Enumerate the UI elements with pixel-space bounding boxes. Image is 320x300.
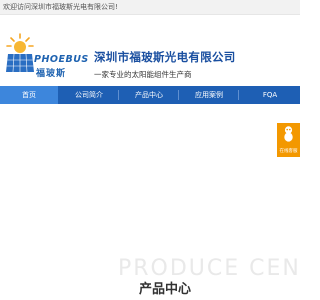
logo-text-en: PHOEBUS [34, 54, 89, 65]
logo-text-cn: 福玻斯 [36, 69, 67, 79]
online-service-label[interactable]: 在线客服 [277, 147, 300, 157]
online-service-button[interactable] [277, 123, 300, 147]
qq-penguin-icon [284, 126, 293, 142]
hero-banner [0, 104, 300, 252]
nav-separator [178, 90, 179, 100]
product-center-section: PRODUCE CENTE 产品中心 [0, 252, 300, 300]
section-title: 产品中心 [139, 282, 192, 297]
nav-item-cases[interactable]: 应用案例 [180, 86, 238, 104]
nav-separator [238, 90, 239, 100]
nav-separator [118, 90, 119, 100]
top-bar: 欢迎访问深圳市福玻斯光电有限公司! [0, 0, 300, 15]
site-header: PHOEBUS 福玻斯 深圳市福玻斯光电有限公司 一家专业的太阳能组件生产商 [0, 15, 300, 85]
nav-item-home[interactable]: 首页 [0, 86, 58, 104]
company-logo[interactable]: PHOEBUS 福玻斯 [6, 32, 88, 82]
nav-item-products[interactable]: 产品中心 [120, 86, 178, 104]
company-name: 深圳市福玻斯光电有限公司 [94, 50, 236, 64]
welcome-text: 欢迎访问深圳市福玻斯光电有限公司! [3, 3, 118, 11]
main-nav: 首页 公司简介 产品中心 应用案例 FQA [0, 86, 300, 104]
company-slogan: 一家专业的太阳能组件生产商 [94, 70, 192, 79]
nav-item-fqa[interactable]: FQA [240, 86, 300, 104]
nav-item-about[interactable]: 公司简介 [60, 86, 118, 104]
